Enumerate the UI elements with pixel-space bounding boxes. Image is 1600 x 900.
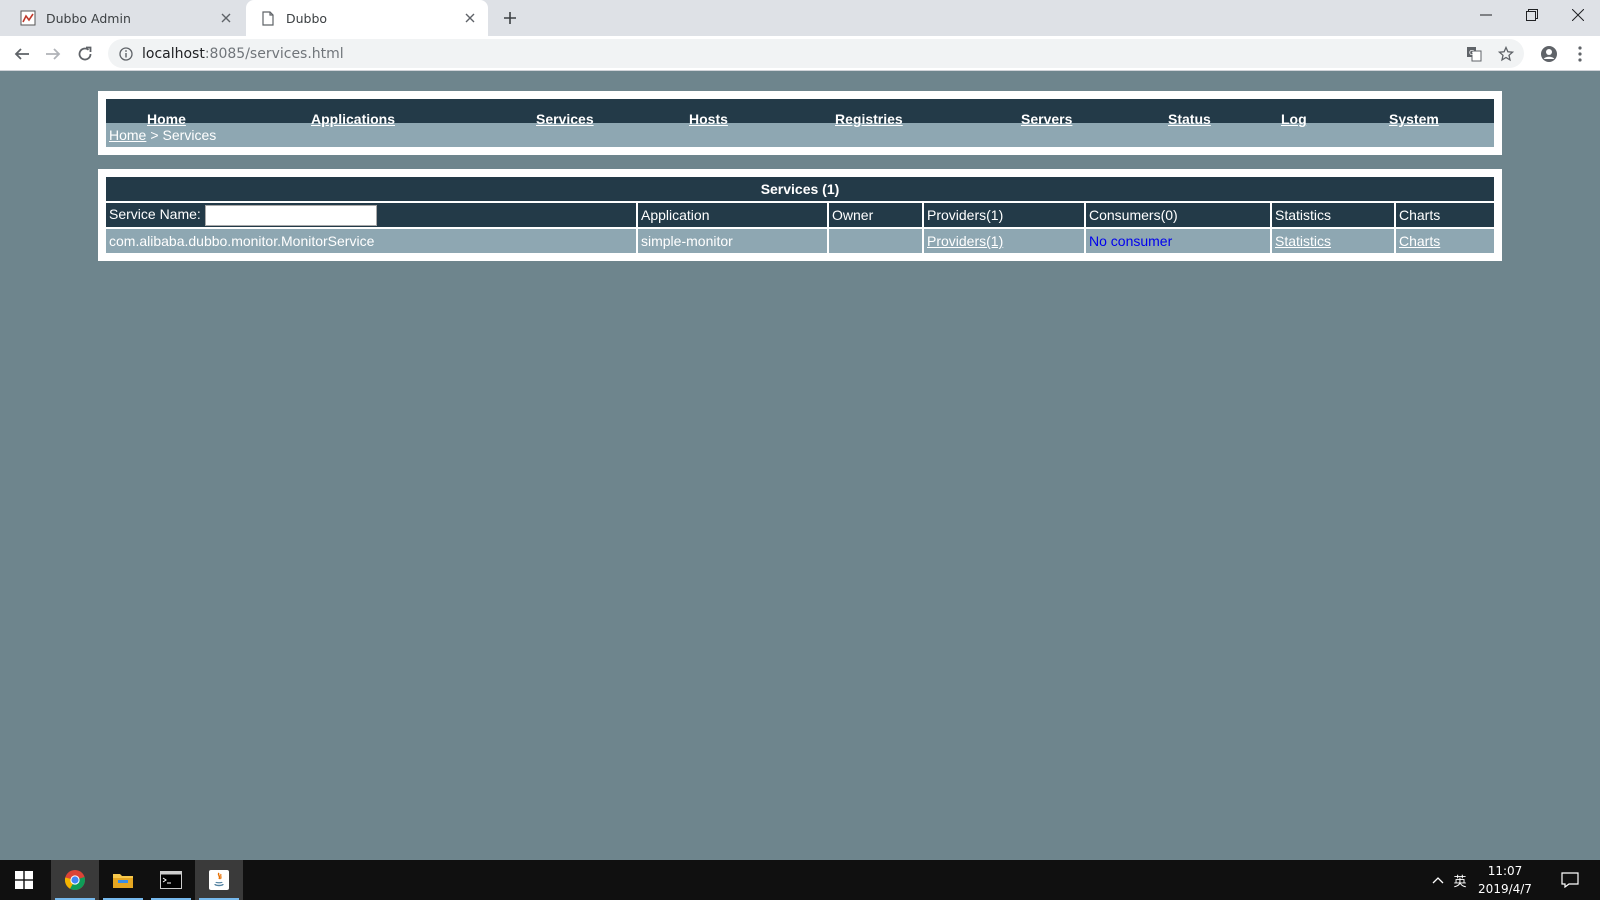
input-method-indicator[interactable]: 英 — [1448, 860, 1472, 900]
clock-time: 11:07 — [1487, 864, 1523, 878]
table-header-row: Service Name: Application Owner Provider… — [106, 201, 1494, 227]
providers-link[interactable]: Providers(1) — [927, 233, 1003, 249]
table-row: com.alibaba.dubbo.monitor.MonitorService… — [106, 227, 1494, 253]
column-header-application: Application — [636, 201, 827, 227]
tab-title: Dubbo Admin — [46, 10, 131, 26]
column-header-owner: Owner — [827, 201, 922, 227]
menu-item-servers[interactable]: Servers — [1021, 111, 1072, 127]
os-taskbar: 英 11:07 2019/4/7 — [0, 860, 1600, 900]
forward-arrow-icon[interactable] — [38, 39, 68, 69]
services-table-title: Services (1) — [106, 177, 1494, 201]
reload-icon[interactable] — [70, 39, 100, 69]
address-bar[interactable]: localhost:8085/services.html — [108, 39, 1524, 68]
file-explorer-taskbar-icon[interactable] — [99, 860, 147, 900]
bookmark-star-icon[interactable] — [1494, 42, 1518, 66]
page-icon — [260, 10, 276, 26]
browser-menu-icon[interactable] — [1568, 42, 1592, 66]
minimize-window-icon[interactable] — [1463, 0, 1509, 30]
menu-item-home[interactable]: Home — [147, 111, 186, 127]
close-window-icon[interactable] — [1555, 0, 1600, 30]
main-menu: Home Applications Services Hosts Registr… — [106, 99, 1494, 127]
column-header-providers: Providers(1) — [922, 201, 1084, 227]
chrome-taskbar-icon[interactable] — [51, 860, 99, 900]
breadcrumb-separator: > — [150, 127, 159, 143]
system-clock[interactable]: 11:07 2019/4/7 — [1470, 862, 1540, 898]
tab-title: Dubbo — [286, 10, 328, 26]
application-cell: simple-monitor — [636, 227, 827, 253]
no-consumer-text: No consumer — [1089, 233, 1173, 249]
close-tab-icon[interactable] — [458, 6, 482, 30]
charts-link[interactable]: Charts — [1399, 233, 1440, 249]
breadcrumb-home-link[interactable]: Home — [109, 127, 146, 143]
consumers-cell: No consumer — [1084, 227, 1270, 253]
statistics-link[interactable]: Statistics — [1275, 233, 1331, 249]
tab-dubbo[interactable]: Dubbo — [246, 0, 488, 36]
show-hidden-icons-chevron-icon[interactable] — [1428, 860, 1448, 900]
notification-center-icon[interactable] — [1555, 860, 1585, 900]
page-content: Home Applications Services Hosts Registr… — [0, 72, 1600, 860]
menu-item-applications[interactable]: Applications — [311, 111, 395, 127]
windows-start-icon[interactable] — [0, 860, 48, 900]
service-name-header: Service Name: — [106, 201, 636, 227]
site-info-icon[interactable] — [118, 46, 134, 62]
service-name-cell: com.alibaba.dubbo.monitor.MonitorService — [106, 227, 636, 253]
translate-icon[interactable]: G — [1462, 42, 1486, 66]
url-path: :8085/services.html — [204, 45, 344, 62]
menu-item-registries[interactable]: Registries — [835, 111, 903, 127]
services-panel: Services (1) Service Name: Application O… — [98, 169, 1502, 261]
providers-cell: Providers(1) — [922, 227, 1084, 253]
column-header-statistics: Statistics — [1270, 201, 1394, 227]
menu-item-system[interactable]: System — [1389, 111, 1439, 127]
service-name-label: Service Name: — [109, 205, 201, 222]
tab-dubbo-admin[interactable]: Dubbo Admin — [8, 0, 244, 36]
services-table: Services (1) Service Name: Application O… — [106, 177, 1494, 253]
menu-item-log[interactable]: Log — [1281, 111, 1307, 127]
browser-toolbar: localhost:8085/services.html G — [0, 36, 1600, 71]
navigation-panel: Home Applications Services Hosts Registr… — [98, 91, 1502, 155]
clock-date: 2019/4/7 — [1478, 882, 1532, 896]
menu-item-services[interactable]: Services — [536, 111, 594, 127]
back-arrow-icon[interactable] — [7, 39, 37, 69]
terminal-taskbar-icon[interactable] — [147, 860, 195, 900]
breadcrumb-current: Services — [162, 127, 217, 143]
close-tab-icon[interactable] — [214, 6, 238, 30]
new-tab-button[interactable] — [496, 4, 524, 32]
profile-avatar-icon[interactable] — [1537, 42, 1561, 66]
java-taskbar-icon[interactable] — [195, 860, 243, 900]
statistics-cell: Statistics — [1270, 227, 1394, 253]
column-header-consumers: Consumers(0) — [1084, 201, 1270, 227]
browser-tab-strip: Dubbo Admin Dubbo — [0, 0, 1600, 36]
charts-cell: Charts — [1394, 227, 1494, 253]
menu-item-status[interactable]: Status — [1168, 111, 1211, 127]
url-host: localhost — [142, 45, 205, 62]
restore-window-icon[interactable] — [1509, 0, 1555, 30]
owner-cell — [827, 227, 922, 253]
service-name-search-input[interactable] — [204, 204, 377, 226]
column-header-charts: Charts — [1394, 201, 1494, 227]
dubbo-favicon-icon — [20, 10, 36, 26]
menu-item-hosts[interactable]: Hosts — [689, 111, 728, 127]
svg-text:G: G — [1469, 49, 1474, 57]
